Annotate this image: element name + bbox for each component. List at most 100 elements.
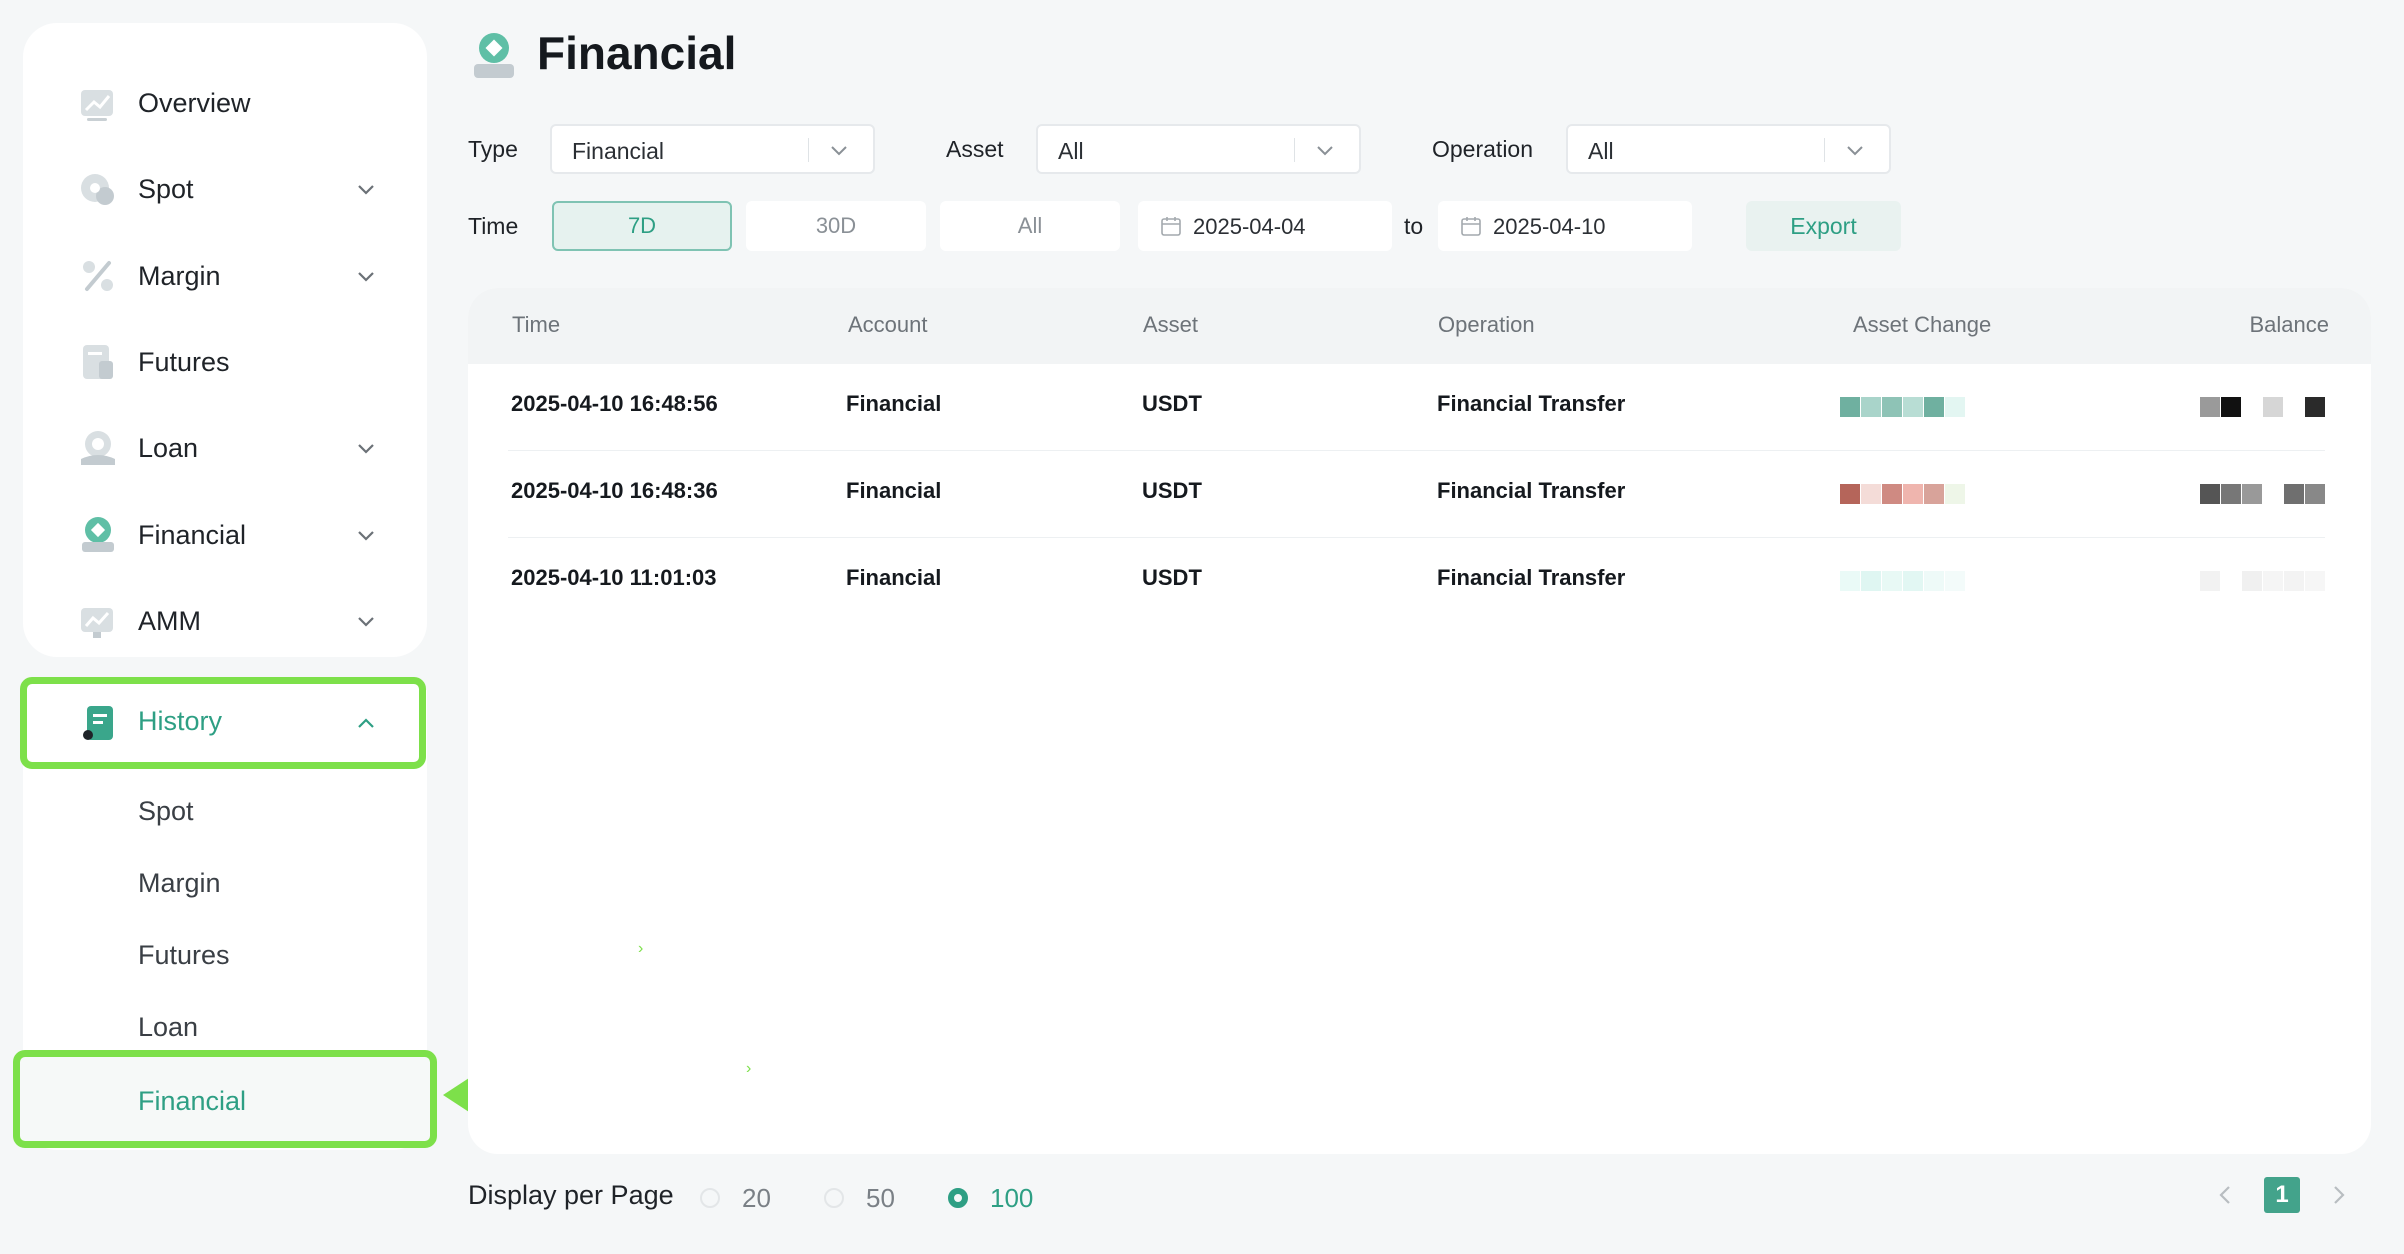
cell-asset-change-redacted xyxy=(1840,477,1966,511)
sidebar-item-loan[interactable]: Loan xyxy=(23,405,427,491)
chevron-down-icon[interactable] xyxy=(353,522,379,548)
percent-icon xyxy=(83,261,113,291)
cell-time: 2025-04-10 16:48:36 xyxy=(511,478,718,503)
column-header-account: Account xyxy=(848,312,928,337)
sidebar-item-label: Spot xyxy=(138,173,194,204)
sidebar-item-spot[interactable]: Spot xyxy=(23,146,427,232)
sidebar-subitem-futures[interactable]: Futures xyxy=(138,940,230,971)
time-30d-button[interactable]: 30D xyxy=(746,201,926,251)
cell-balance-redacted xyxy=(2200,477,2326,511)
calendar-icon xyxy=(1461,217,1481,236)
per-page-label: Display per Page xyxy=(468,1180,674,1210)
sidebar-item-label: Financial xyxy=(138,519,247,550)
chevron-down-icon xyxy=(1317,146,1333,156)
sidebar-item-overview[interactable]: Overview xyxy=(23,60,427,146)
financial-icon xyxy=(82,517,114,552)
cell-operation: Financial Transfer xyxy=(1437,391,1626,416)
chevron-down-icon xyxy=(831,146,847,156)
sidebar-subitem-financial[interactable]: Financial xyxy=(13,1050,437,1148)
column-header-operation: Operation xyxy=(1438,312,1535,337)
cell-operation: Financial Transfer xyxy=(1437,565,1626,590)
asset-select-value: All xyxy=(1058,138,1084,164)
cell-balance-redacted xyxy=(2200,390,2326,424)
asset-select[interactable]: All xyxy=(1036,124,1361,174)
sidebar-subitem-label: Financial xyxy=(138,1086,247,1116)
table-header: Time Account Asset Operation Asset Chang… xyxy=(468,288,2371,364)
operation-select[interactable]: All xyxy=(1566,124,1891,174)
chevron-up-icon[interactable] xyxy=(353,710,379,736)
chart-icon xyxy=(81,90,113,121)
sidebar-subitem-margin[interactable]: Margin xyxy=(138,868,221,899)
cell-time: 2025-04-10 16:48:56 xyxy=(511,391,718,416)
cell-account: Financial xyxy=(846,565,942,590)
chevron-down-icon[interactable] xyxy=(353,435,379,461)
cell-balance-redacted xyxy=(2200,564,2326,598)
chevron-right-icon[interactable] xyxy=(2324,1180,2354,1210)
coin-icon xyxy=(81,174,114,205)
sidebar-item-label: Overview xyxy=(138,87,251,118)
per-page-50-radio[interactable]: 50 xyxy=(824,1183,895,1213)
sidebar-item-financial[interactable]: Financial xyxy=(23,492,427,578)
sidebar-subitem-loan[interactable]: Loan xyxy=(138,1012,198,1043)
radio-label: 100 xyxy=(990,1182,1034,1213)
sidebar-main: Overview Spot Margin Futures Loan Financ… xyxy=(23,23,427,657)
date-to-value: 2025-04-10 xyxy=(1493,214,1606,239)
cursor-mark-icon: › xyxy=(746,1060,752,1077)
cell-account: Financial xyxy=(846,478,942,503)
history-table: Time Account Asset Operation Asset Chang… xyxy=(468,288,2371,1154)
time-all-button[interactable]: All xyxy=(940,201,1120,251)
per-page-20-radio[interactable]: 20 xyxy=(700,1183,771,1213)
select-divider xyxy=(1294,138,1295,162)
chevron-down-icon[interactable] xyxy=(353,608,379,634)
chevron-down-icon xyxy=(1847,146,1863,156)
column-header-balance: Balance xyxy=(2249,312,2329,337)
document-icon xyxy=(83,345,113,379)
column-header-asset: Asset xyxy=(1143,312,1199,337)
sidebar-subitem-spot[interactable]: Spot xyxy=(138,796,194,827)
cell-asset: USDT xyxy=(1142,478,1202,503)
sidebar-item-futures[interactable]: Futures xyxy=(23,319,427,405)
current-page-button[interactable]: 1 xyxy=(2264,1177,2300,1213)
chevron-down-icon[interactable] xyxy=(353,263,379,289)
column-header-time: Time xyxy=(512,312,561,337)
table-row: 2025-04-10 16:48:56 Financial USDT Finan… xyxy=(468,364,2371,451)
page-title: Financial xyxy=(537,27,737,79)
column-header-asset-change: Asset Change xyxy=(1853,312,1992,337)
loan-icon xyxy=(81,431,115,465)
calendar-icon xyxy=(1161,217,1181,236)
radio-circle xyxy=(824,1188,844,1208)
date-to-label: to xyxy=(1404,213,1424,239)
operation-select-value: All xyxy=(1588,138,1614,164)
sidebar-item-amm[interactable]: AMM xyxy=(23,578,427,664)
cell-asset: USDT xyxy=(1142,391,1202,416)
sidebar-item-label: Loan xyxy=(138,432,199,463)
operation-label: Operation xyxy=(1432,136,1534,162)
amm-icon xyxy=(81,608,113,638)
export-button[interactable]: Export xyxy=(1746,201,1901,251)
cell-asset: USDT xyxy=(1142,565,1202,590)
cell-account: Financial xyxy=(846,391,942,416)
sidebar-item-history[interactable]: History xyxy=(20,677,426,769)
select-divider xyxy=(1824,138,1825,162)
sidebar-item-margin[interactable]: Margin xyxy=(23,233,427,319)
sidebar-item-label: AMM xyxy=(138,605,201,636)
cell-operation: Financial Transfer xyxy=(1437,478,1626,503)
date-from-value: 2025-04-04 xyxy=(1193,214,1306,239)
type-label: Type xyxy=(468,136,518,162)
date-from-input[interactable]: 2025-04-04 xyxy=(1138,201,1392,251)
chevron-down-icon[interactable] xyxy=(353,176,379,202)
cell-asset-change-redacted xyxy=(1840,390,1966,424)
table-row: 2025-04-10 11:01:03 Financial USDT Finan… xyxy=(468,538,2371,625)
cell-asset-change-redacted xyxy=(1840,564,1966,598)
history-icon xyxy=(83,706,113,740)
cursor-mark-icon: › xyxy=(638,940,644,957)
financial-icon xyxy=(474,33,514,78)
time-7d-button[interactable]: 7D xyxy=(552,201,732,251)
sidebar-item-label: History xyxy=(138,706,223,736)
type-select[interactable]: Financial xyxy=(550,124,875,174)
chevron-left-icon[interactable] xyxy=(2210,1180,2240,1210)
per-page-100-radio[interactable]: 100 xyxy=(948,1183,1033,1213)
date-to-input[interactable]: 2025-04-10 xyxy=(1438,201,1692,251)
type-select-value: Financial xyxy=(572,138,665,164)
select-divider xyxy=(808,138,809,162)
